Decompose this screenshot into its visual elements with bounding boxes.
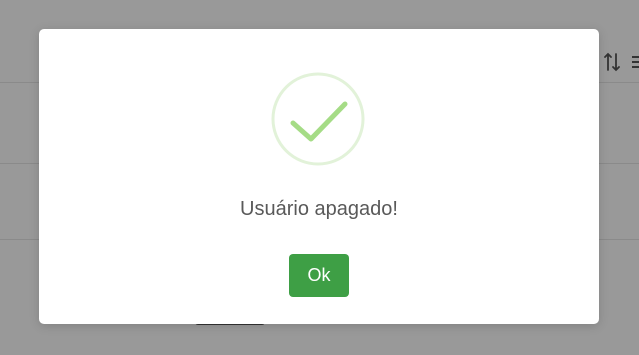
check-circle-icon (271, 72, 365, 166)
dialog-title: Usuário apagado! (240, 198, 398, 220)
ok-button[interactable]: Ok (289, 254, 349, 297)
success-dialog: Usuário apagado! Ok (39, 29, 599, 324)
